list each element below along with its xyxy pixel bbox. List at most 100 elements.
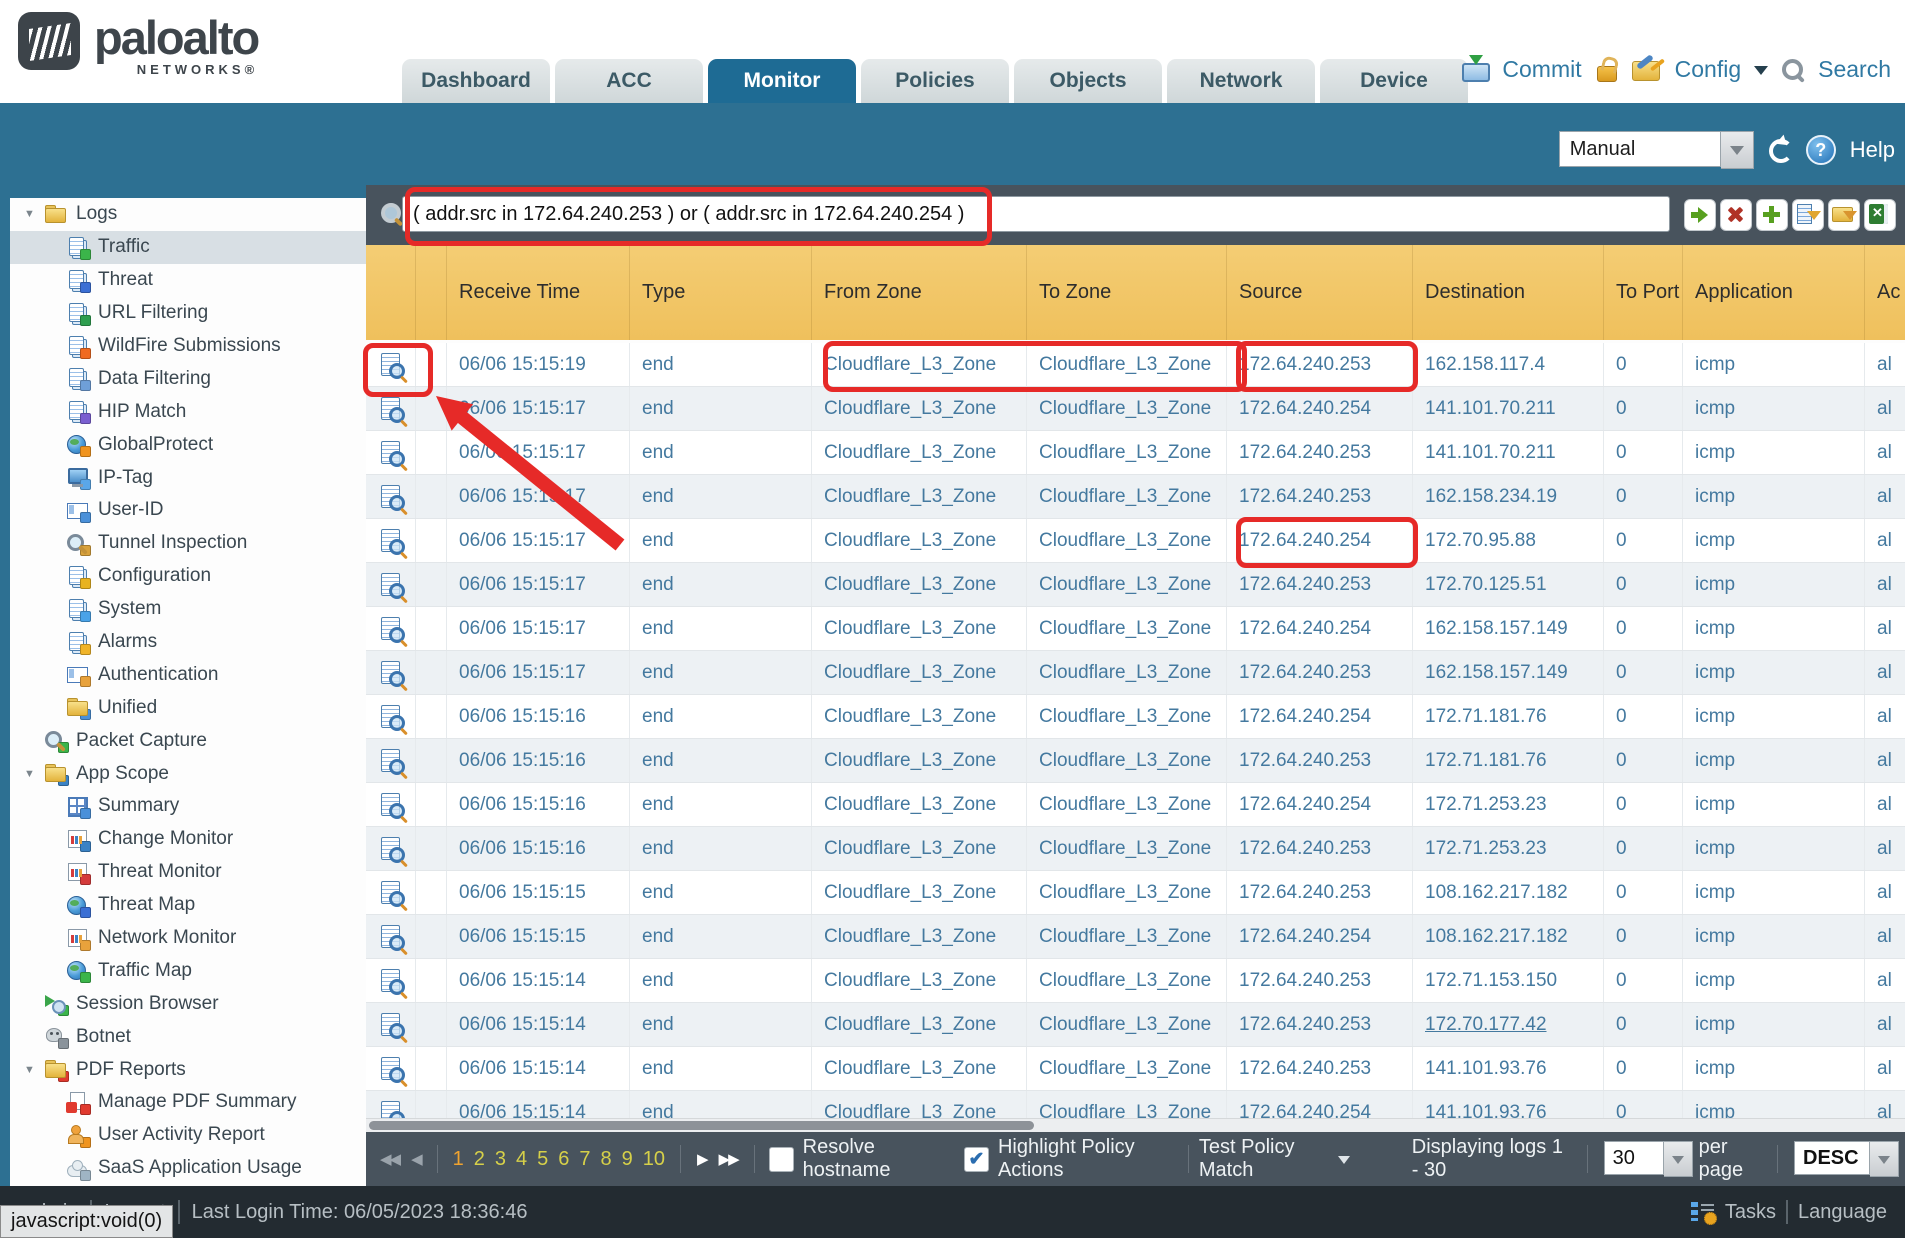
sidebar-item-threat[interactable]: Threat [10,264,366,297]
log-detail-icon[interactable] [381,1013,400,1036]
next-page-button[interactable]: ▶ [697,1150,707,1168]
page-number-5[interactable]: 5 [537,1148,548,1170]
per-page-dropdown-button[interactable] [1664,1141,1693,1177]
sidebar-item-user-activity-report[interactable]: User Activity Report [10,1119,366,1152]
export-csv-icon[interactable] [1864,199,1896,231]
sidebar-item-configuration[interactable]: Configuration [10,560,366,593]
log-detail-icon[interactable] [381,353,400,376]
sidebar-item-logs[interactable]: ▼Logs [10,198,366,231]
column-header-receive-time[interactable]: Receive Time [447,245,630,340]
per-page-value[interactable]: 30 [1604,1141,1664,1175]
log-detail-icon[interactable] [381,573,400,596]
add-filter-icon[interactable] [1756,199,1788,231]
page-number-4[interactable]: 4 [516,1148,527,1170]
sidebar-item-packet-capture[interactable]: Packet Capture [10,724,366,757]
tab-acc[interactable]: ACC [555,59,703,103]
log-detail-icon[interactable] [381,881,400,904]
log-filter-input[interactable] [402,196,1670,232]
log-row[interactable]: 06/06 15:15:17endCloudflare_L3_ZoneCloud… [366,431,1905,475]
log-detail-icon[interactable] [381,485,400,508]
log-detail-icon[interactable] [381,397,400,420]
tree-expand-icon[interactable]: ▼ [24,1064,44,1076]
resolve-hostname-checkbox[interactable] [769,1147,794,1172]
tab-policies[interactable]: Policies [861,59,1009,103]
log-row[interactable]: 06/06 15:15:16endCloudflare_L3_ZoneCloud… [366,739,1905,783]
refresh-interval-select[interactable]: Manual [1559,131,1754,169]
sidebar-item-traffic-map[interactable]: Traffic Map [10,954,366,987]
sort-order-select[interactable]: DESC [1794,1141,1899,1177]
sidebar-item-data-filtering[interactable]: Data Filtering [10,362,366,395]
log-row[interactable]: 06/06 15:15:17endCloudflare_L3_ZoneCloud… [366,563,1905,607]
log-detail-icon[interactable] [381,1057,400,1080]
page-number-1[interactable]: 1 [453,1148,464,1170]
log-detail-icon[interactable] [381,793,400,816]
help-link[interactable]: Help [1850,137,1895,163]
sidebar-item-botnet[interactable]: Botnet [10,1020,366,1053]
log-detail-icon[interactable] [381,529,400,552]
sidebar-item-ip-tag[interactable]: IP-Tag [10,461,366,494]
log-detail-icon[interactable] [381,705,400,728]
sidebar-item-pdf-reports[interactable]: ▼PDF Reports [10,1053,366,1086]
horizontal-scrollbar[interactable] [366,1118,1905,1132]
page-number-7[interactable]: 7 [579,1148,590,1170]
log-detail-icon[interactable] [381,749,400,772]
sidebar-item-hip-match[interactable]: HIP Match [10,395,366,428]
help-icon[interactable]: ? [1806,135,1836,165]
log-detail-icon[interactable] [381,441,400,464]
log-row[interactable]: 06/06 15:15:17endCloudflare_L3_ZoneCloud… [366,519,1905,563]
sort-order-dropdown-button[interactable] [1870,1141,1899,1177]
sidebar-item-change-monitor[interactable]: Change Monitor [10,823,366,856]
sidebar-item-authentication[interactable]: Authentication [10,658,366,691]
column-header-from-zone[interactable]: From Zone [812,245,1027,340]
column-header-source[interactable]: Source [1227,245,1413,340]
sidebar-item-threat-map[interactable]: Threat Map [10,889,366,922]
language-link[interactable]: Language [1798,1201,1887,1224]
refresh-icon[interactable] [1768,138,1792,162]
test-policy-match-caret-icon[interactable] [1338,1156,1350,1170]
log-row[interactable]: 06/06 15:15:16endCloudflare_L3_ZoneCloud… [366,695,1905,739]
filter-builder-icon[interactable] [1792,199,1824,231]
log-row[interactable]: 06/06 15:15:16endCloudflare_L3_ZoneCloud… [366,783,1905,827]
first-page-button[interactable]: ◀◀ [380,1150,399,1168]
column-header-application[interactable]: Application [1683,245,1865,340]
test-policy-match-button[interactable]: Test Policy Match [1199,1136,1330,1182]
page-number-10[interactable]: 10 [643,1148,665,1170]
highlight-policy-actions-checkbox[interactable]: ✔ [964,1147,989,1172]
tab-monitor[interactable]: Monitor [708,59,856,103]
sidebar-item-saas-application-usage[interactable]: SaaS Application Usage [10,1152,366,1185]
commit-link[interactable]: Commit [1502,56,1581,83]
sidebar-item-traffic[interactable]: Traffic [10,231,366,264]
log-row[interactable]: 06/06 15:15:17endCloudflare_L3_ZoneCloud… [366,651,1905,695]
page-number-3[interactable]: 3 [495,1148,506,1170]
refresh-interval-dropdown-button[interactable] [1721,131,1754,169]
prev-page-button[interactable]: ◀ [411,1150,421,1168]
column-header-type[interactable]: Type [630,245,812,340]
clear-filter-icon[interactable] [1720,199,1752,231]
sidebar-item-tunnel-inspection[interactable]: Tunnel Inspection [10,527,366,560]
config-caret-icon[interactable] [1754,66,1768,82]
log-detail-icon[interactable] [381,969,400,992]
horizontal-scrollbar-thumb[interactable] [369,1121,1034,1130]
log-row[interactable]: 06/06 15:15:17endCloudflare_L3_ZoneCloud… [366,387,1905,431]
log-row[interactable]: 06/06 15:15:14endCloudflare_L3_ZoneCloud… [366,1047,1905,1091]
sidebar-item-url-filtering[interactable]: URL Filtering [10,297,366,330]
log-detail-icon[interactable] [381,925,400,948]
saved-filters-icon[interactable] [1828,199,1860,231]
sidebar-item-threat-monitor[interactable]: Threat Monitor [10,856,366,889]
sidebar-item-system[interactable]: System [10,593,366,626]
sort-order-value[interactable]: DESC [1794,1141,1870,1175]
refresh-interval-value[interactable]: Manual [1559,131,1721,167]
apply-filter-icon[interactable] [1684,199,1716,231]
sidebar-item-network-monitor[interactable]: Network Monitor [10,922,366,955]
tree-expand-icon[interactable]: ▼ [24,768,44,780]
config-link[interactable]: Config [1675,56,1741,83]
tab-objects[interactable]: Objects [1014,59,1162,103]
log-row[interactable]: 06/06 15:15:17endCloudflare_L3_ZoneCloud… [366,607,1905,651]
sidebar-item-unified[interactable]: Unified [10,691,366,724]
log-row[interactable]: 06/06 15:15:16endCloudflare_L3_ZoneCloud… [366,827,1905,871]
sidebar-item-wildfire-submissions[interactable]: WildFire Submissions [10,330,366,363]
tasks-link[interactable]: Tasks [1725,1201,1776,1224]
log-row[interactable]: 06/06 15:15:17endCloudflare_L3_ZoneCloud… [366,475,1905,519]
tab-network[interactable]: Network [1167,59,1315,103]
lock-icon[interactable] [1595,57,1619,83]
